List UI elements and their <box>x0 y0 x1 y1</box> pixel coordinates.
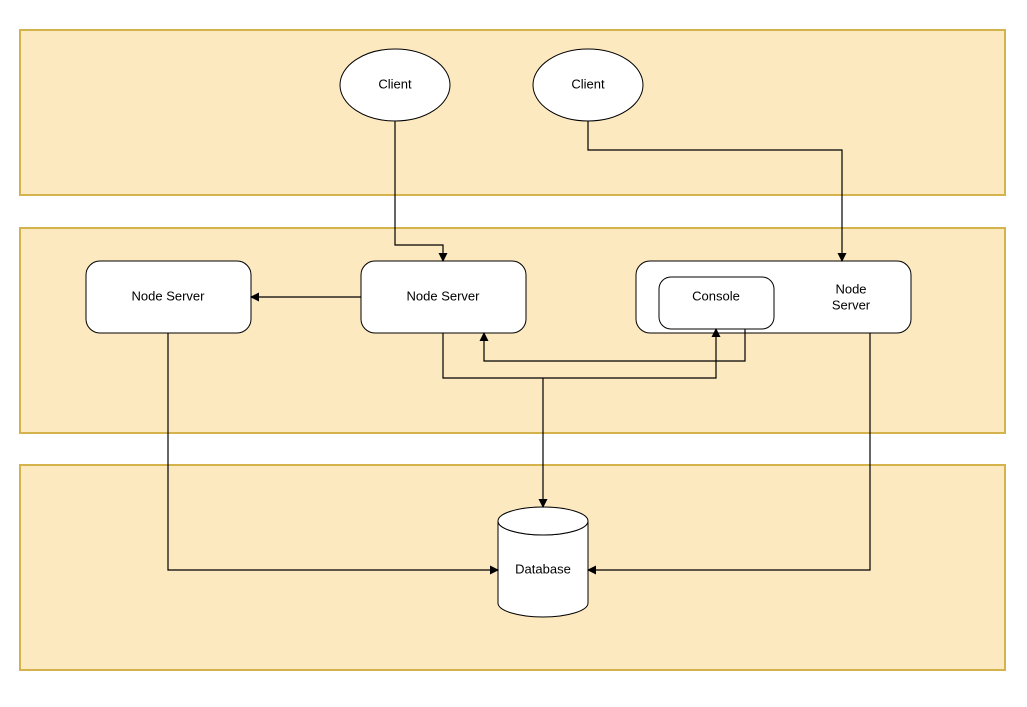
client-2: Client <box>533 49 643 121</box>
console: Console <box>659 277 774 329</box>
client-2-label: Client <box>571 76 605 91</box>
client-1: Client <box>340 49 450 121</box>
tier-client <box>20 30 1005 195</box>
console-label: Console <box>692 288 740 303</box>
node-server-1: Node Server <box>86 261 251 333</box>
node-server-3-label-line2: Server <box>832 297 871 312</box>
node-server-2: Node Server <box>361 261 526 333</box>
node-server-2-label: Node Server <box>407 288 481 303</box>
client-1-label: Client <box>378 76 412 91</box>
database: Database <box>498 507 588 617</box>
node-server-3-label-line1: Node <box>835 281 866 296</box>
database-label: Database <box>515 561 571 576</box>
node-server-1-label: Node Server <box>132 288 206 303</box>
architecture-diagram: Client Client Node Server Node Server No… <box>0 0 1027 707</box>
